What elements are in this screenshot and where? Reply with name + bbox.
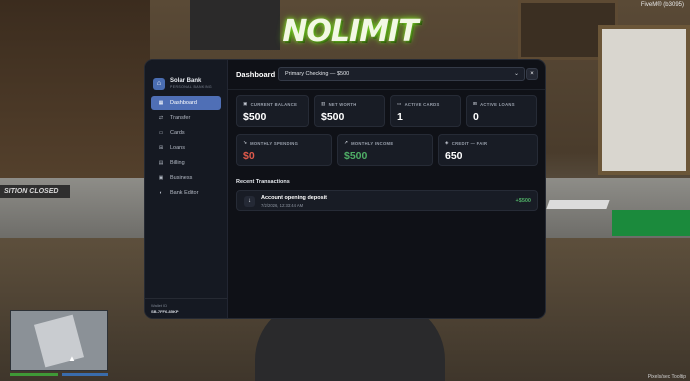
sidebar-item-business[interactable]: ▣ Business	[151, 171, 221, 185]
player-marker-icon: ▲	[68, 354, 76, 363]
stat-value: 650	[445, 150, 463, 162]
minimap-buildings	[33, 314, 85, 368]
stat-label: CREDIT — FAIR	[451, 140, 488, 146]
account-select-value: Primary Checking — $500	[285, 71, 350, 77]
stat-card-net-worth: ▥ NET WORTH $500	[314, 95, 385, 127]
card-icon: ▭	[397, 101, 402, 106]
stat-label: CURRENT BALANCE	[250, 101, 298, 107]
sidebar-item-label: Bank Editor	[170, 190, 199, 196]
loan-icon: ⊞	[158, 145, 164, 151]
green-sign	[612, 210, 690, 236]
stat-value: $500	[321, 111, 345, 123]
stats-row-bottom: ↘ MONTHLY SPENDING $0 ↗ MONTHLY INCOME $50…	[236, 134, 538, 166]
stat-card-active-loans: ⊞ ACTIVE LOANS 0	[466, 95, 537, 127]
loan-icon: ⊞	[473, 101, 478, 106]
chevron-down-icon: ⌄	[513, 71, 519, 77]
billing-icon: ▤	[158, 160, 164, 166]
sidebar-item-label: Cards	[170, 130, 185, 136]
account-select[interactable]: Primary Checking — $500 ⌄	[278, 67, 525, 81]
brand-name: Solar Bank	[170, 77, 202, 84]
wallet-icon: ▣	[243, 101, 248, 106]
keyboard	[546, 200, 610, 209]
wallet-label: Wallet ID	[151, 303, 168, 308]
arrow-down-icon: ↓	[244, 196, 255, 207]
stat-card-monthly-income: ↗ MONTHLY INCOME $500	[337, 134, 433, 166]
stat-card-current-balance: ▣ CURRENT BALANCE $500	[236, 95, 309, 127]
transaction-amount: +$500	[515, 198, 531, 204]
stat-card-monthly-spending: ↘ MONTHLY SPENDING $0	[236, 134, 332, 166]
recent-transactions-title: Recent Transactions	[236, 179, 290, 185]
sidebar-item-label: Loans	[170, 145, 185, 151]
bank-icon: ⌂	[153, 77, 165, 90]
sidebar-item-billing[interactable]: ▤ Billing	[151, 156, 221, 170]
main-content: Dashboard Primary Checking — $500 ⌄ × ▣ C…	[228, 60, 545, 318]
brand-subtitle: PERSONAL BANKING	[170, 84, 213, 89]
stat-card-credit: ◈ CREDIT — FAIR 650	[438, 134, 538, 166]
stat-value: 0	[473, 111, 479, 123]
transaction-row[interactable]: ↓ Account opening deposit 7/2/2026, 12:3…	[236, 190, 538, 211]
sidebar-item-transfer[interactable]: ⇄ Transfer	[151, 111, 221, 125]
position-closed-sign: SITION CLOSED	[0, 185, 70, 198]
sidebar-item-label: Business	[170, 175, 193, 181]
bank-app-window: ⌂ Solar Bank PERSONAL BANKING ▦ Dashboar…	[144, 59, 546, 319]
stats-row-top: ▣ CURRENT BALANCE $500 ▥ NET WORTH $500 ▭ A…	[236, 95, 537, 127]
minimap: ▲	[10, 310, 108, 371]
chart-icon: ▥	[321, 101, 326, 106]
transfer-icon: ⇄	[158, 115, 164, 121]
stat-value: $0	[243, 150, 255, 162]
wallet-info: Wallet ID SB-7FF6-85KP	[145, 298, 227, 318]
stat-label: ACTIVE LOANS	[480, 101, 515, 107]
wallet-id[interactable]: SB-7FF6-85KP	[151, 309, 227, 314]
server-logo: NOLIMIT	[282, 12, 418, 50]
trend-down-icon: ↘	[243, 140, 248, 145]
transaction-title: Account opening deposit	[261, 195, 327, 201]
shield-icon: ◈	[445, 140, 449, 145]
shelf	[190, 0, 280, 50]
sidebar-item-loans[interactable]: ⊞ Loans	[151, 141, 221, 155]
brand: ⌂ Solar Bank PERSONAL BANKING	[145, 60, 227, 96]
sidebar-item-label: Dashboard	[170, 100, 197, 106]
health-bar	[10, 373, 58, 376]
sidebar-item-bank-editor[interactable]: ◐ Bank Editor	[151, 186, 221, 200]
fivem-version: FiveM® (b3095)	[640, 2, 684, 8]
hud-tooltip: Pixels/sec Tooltip	[647, 374, 686, 380]
stat-value: $500	[243, 111, 267, 123]
sidebar-item-cards[interactable]: ▭ Cards	[151, 126, 221, 140]
stat-label: MONTHLY INCOME	[351, 140, 394, 146]
header: Dashboard Primary Checking — $500 ⌄ ×	[228, 60, 545, 90]
notice-board	[598, 25, 690, 175]
dashboard-icon: ▦	[158, 100, 164, 106]
stat-label: ACTIVE CARDS	[404, 101, 440, 107]
sidebar-item-dashboard[interactable]: ▦ Dashboard	[151, 96, 221, 110]
sidebar: ⌂ Solar Bank PERSONAL BANKING ▦ Dashboar…	[145, 60, 228, 318]
business-icon: ▣	[158, 175, 164, 181]
stat-label: MONTHLY SPENDING	[250, 140, 299, 146]
armor-bar	[62, 373, 108, 376]
page-title: Dashboard	[236, 70, 276, 79]
stat-label: NET WORTH	[328, 101, 357, 107]
trend-up-icon: ↗	[344, 140, 349, 145]
transaction-date: 7/2/2026, 12:33:44 AM	[261, 203, 304, 208]
stat-value: $500	[344, 150, 368, 162]
logo-text: NOLIMIT	[282, 13, 418, 49]
palette-icon: ◐	[159, 190, 163, 196]
sidebar-nav: ▦ Dashboard ⇄ Transfer ▭ Cards ⊞ Loans ▤…	[145, 96, 227, 200]
stat-card-active-cards: ▭ ACTIVE CARDS 1	[390, 95, 461, 127]
card-icon: ▭	[158, 130, 164, 136]
close-button[interactable]: ×	[526, 68, 538, 80]
sidebar-item-label: Billing	[170, 160, 185, 166]
sidebar-item-label: Transfer	[170, 115, 191, 121]
stat-value: 1	[397, 111, 403, 123]
